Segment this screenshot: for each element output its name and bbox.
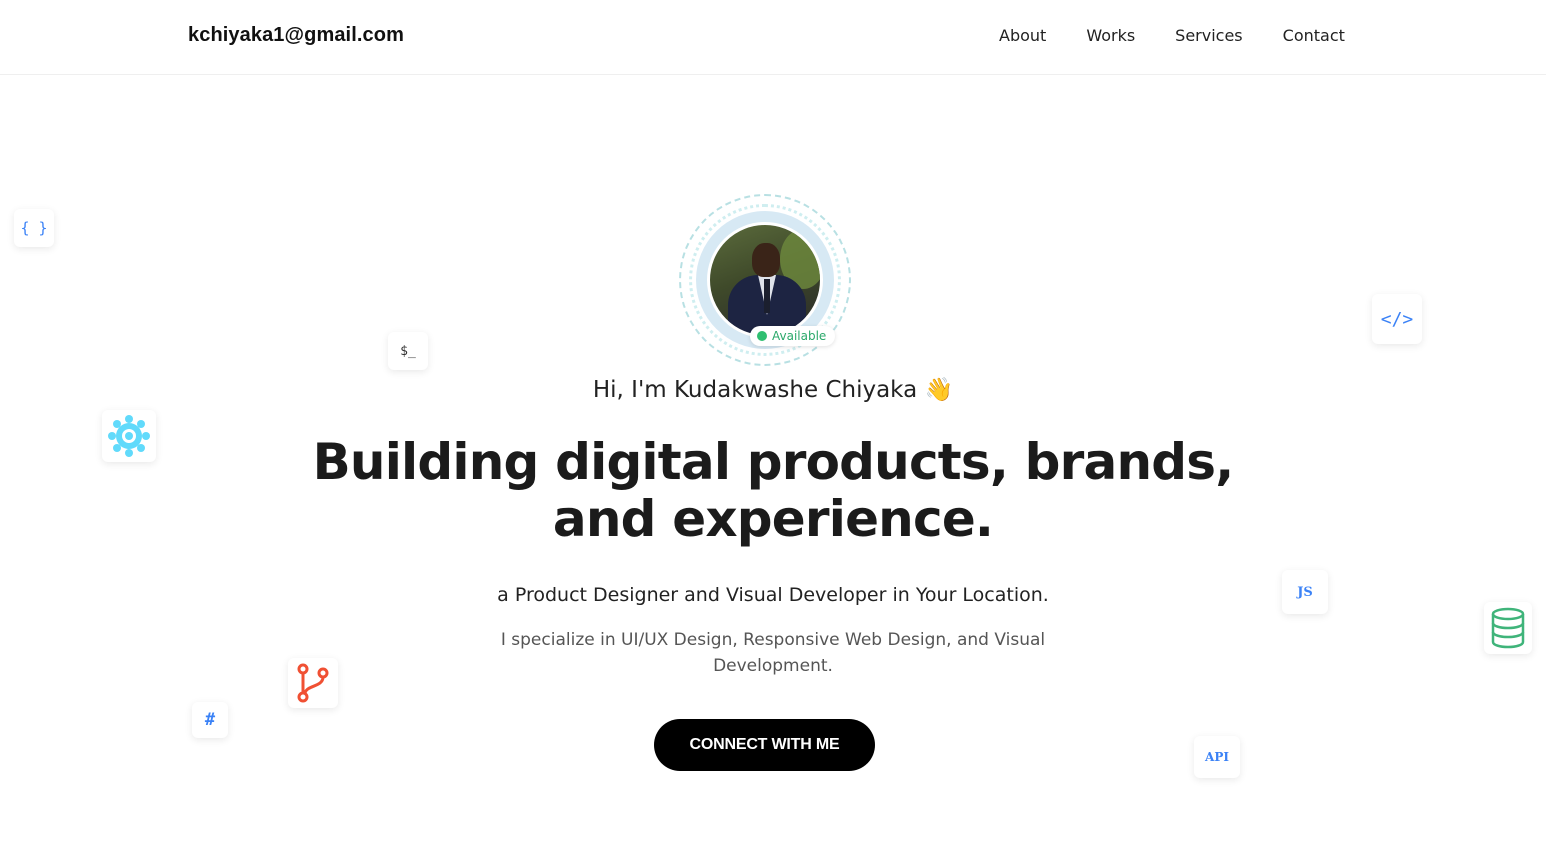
avatar-head <box>752 243 780 277</box>
react-icon <box>102 410 156 462</box>
main-nav: About Works Services Contact <box>999 26 1345 45</box>
nav-works[interactable]: Works <box>1086 26 1135 45</box>
connect-button[interactable]: CONNECT WITH ME <box>654 719 875 771</box>
nav-about[interactable]: About <box>999 26 1046 45</box>
page-title: Building digital products, brands, and e… <box>0 434 1546 548</box>
email-link[interactable]: kchiyaka1@gmail.com <box>188 24 404 47</box>
status-badge: Available <box>750 326 836 346</box>
javascript-icon: JS <box>1282 570 1328 614</box>
avatar <box>707 222 823 338</box>
headline-line-2: and experience. <box>552 490 994 548</box>
code-tag-icon: </> <box>1372 294 1422 344</box>
terminal-icon: $_ <box>388 332 428 370</box>
site-header: kchiyaka1@gmail.com About Works Services… <box>0 0 1546 75</box>
curly-braces-icon: { } <box>14 209 54 247</box>
react-icon-graphic <box>108 415 150 457</box>
status-dot-icon <box>757 331 767 341</box>
hero-section: Available Hi, I'm Kudakwashe Chiyaka 👋 B… <box>0 76 1546 851</box>
hash-icon: # <box>192 702 228 738</box>
git-branch-icon <box>288 658 338 708</box>
api-icon: API <box>1194 736 1240 778</box>
status-badge-label: Available <box>772 329 827 343</box>
git-branch-icon-graphic <box>297 663 329 703</box>
database-icon-graphic <box>1491 607 1525 649</box>
headline-line-1: Building digital products, brands, <box>312 433 1235 491</box>
greeting: Hi, I'm Kudakwashe Chiyaka 👋 <box>592 377 954 403</box>
database-icon <box>1484 602 1532 654</box>
description: I specialize in UI/UX Design, Responsive… <box>500 630 1046 676</box>
nav-contact[interactable]: Contact <box>1283 26 1345 45</box>
nav-services[interactable]: Services <box>1175 26 1242 45</box>
avatar-tie <box>764 279 770 313</box>
